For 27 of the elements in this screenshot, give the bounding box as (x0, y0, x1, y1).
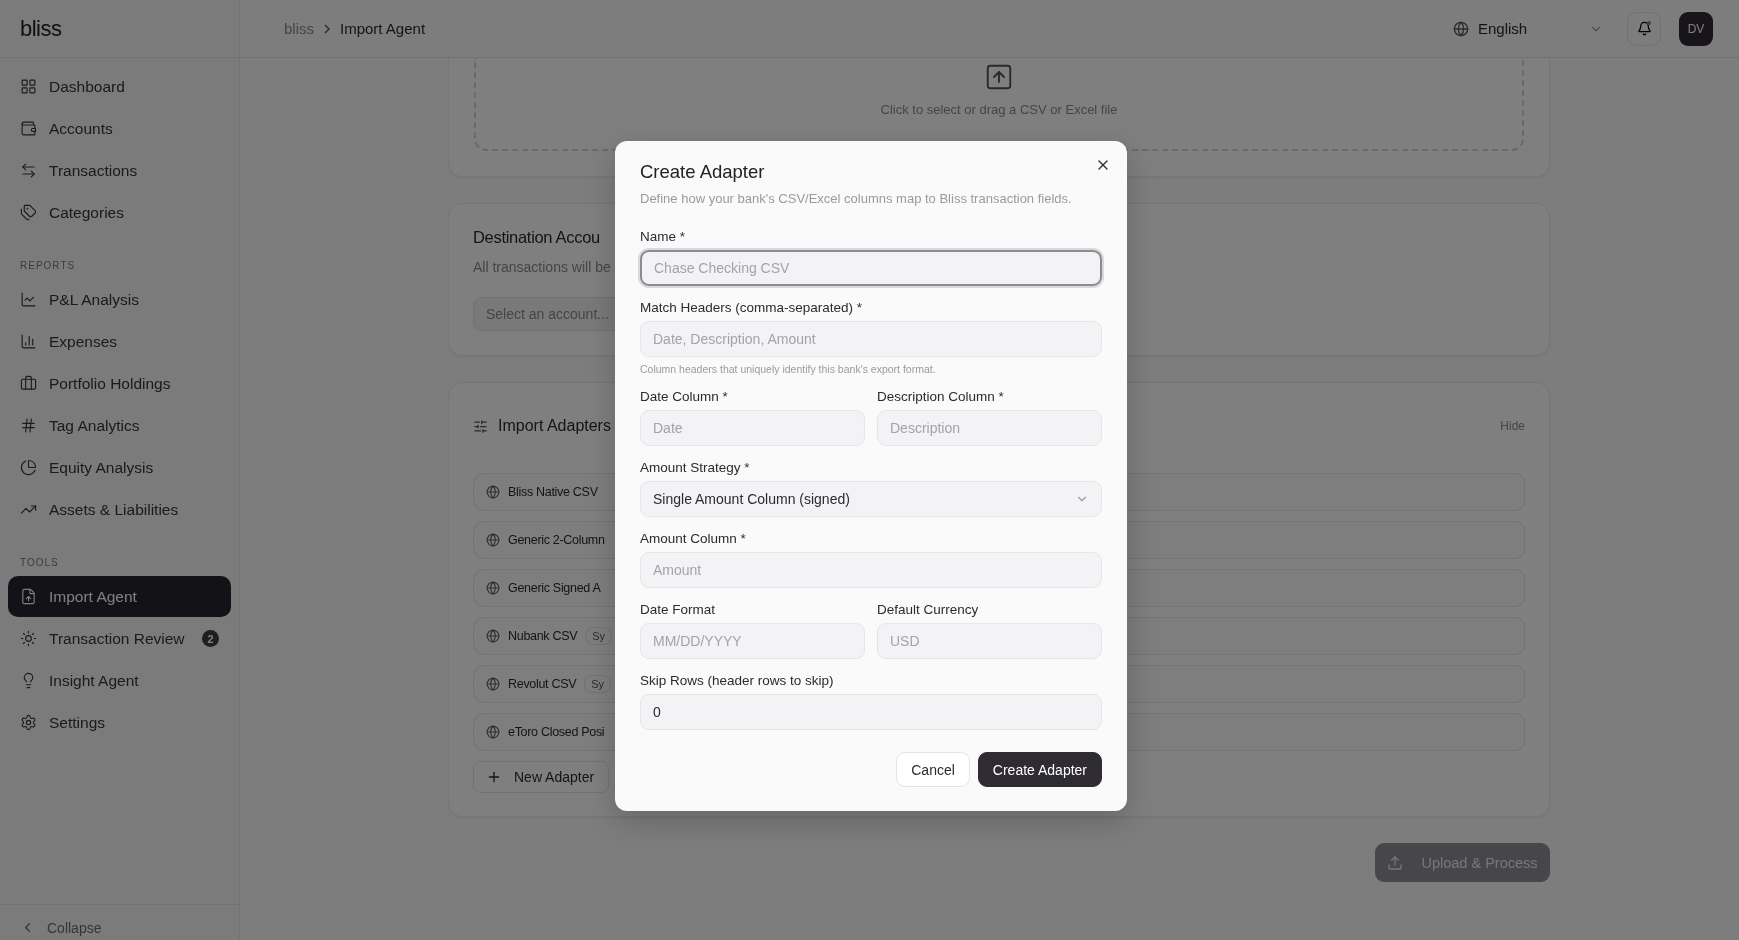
field-label: Date Column * (640, 388, 729, 406)
logo: bliss (0, 0, 239, 58)
field-label: Name * (640, 228, 686, 246)
adapter-name: Generic Signed A (508, 581, 601, 595)
field-label: Description Column * (877, 388, 1005, 406)
field-label: Date Format (640, 601, 717, 619)
count-badge: 2 (202, 630, 219, 647)
adapter-name: Generic 2-Column (508, 533, 605, 547)
field-label: Amount Column * (640, 530, 747, 548)
dialog-title: Create Adapter (640, 161, 766, 183)
adapter-tag: Sy (584, 675, 612, 693)
drop-hint: Click to select or drag a CSV or Excel file (880, 102, 1118, 117)
adapter-name: Bliss Native CSV (508, 485, 598, 499)
field-label: Skip Rows (header rows to skip) (640, 672, 835, 690)
adapter-name: Nubank CSV (508, 629, 578, 643)
adapter-tag: Sy (585, 627, 613, 645)
field-label: Default Currency (877, 601, 980, 619)
field-label: Amount Strategy * (640, 459, 751, 477)
adapter-name: eToro Closed Posi (508, 725, 605, 739)
adapter-name: Revolut CSV (508, 677, 577, 691)
section-heading: REPORTS (19, 260, 77, 271)
dialog-description: Define how your bank's CSV/Excel columns map to Bliss transaction fields. (640, 191, 1073, 206)
card-subtitle: All transactions will be (473, 259, 611, 275)
section-heading: TOOLS (19, 557, 60, 568)
card-title: Destination Accou (473, 228, 600, 247)
card-title: Import Adapters (498, 417, 611, 435)
field-hint: Column headers that uniquely identify this bank's export format. (640, 363, 937, 375)
